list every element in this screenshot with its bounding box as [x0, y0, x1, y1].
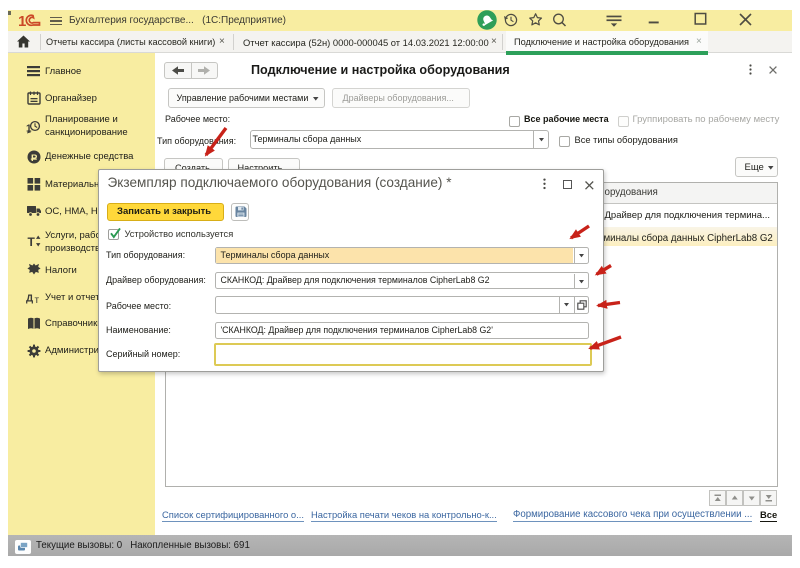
svg-text:т: т [35, 295, 40, 306]
svg-text:Т: Т [28, 235, 36, 249]
svg-text:1: 1 [19, 13, 26, 28]
svg-text:Д: Д [26, 294, 33, 305]
